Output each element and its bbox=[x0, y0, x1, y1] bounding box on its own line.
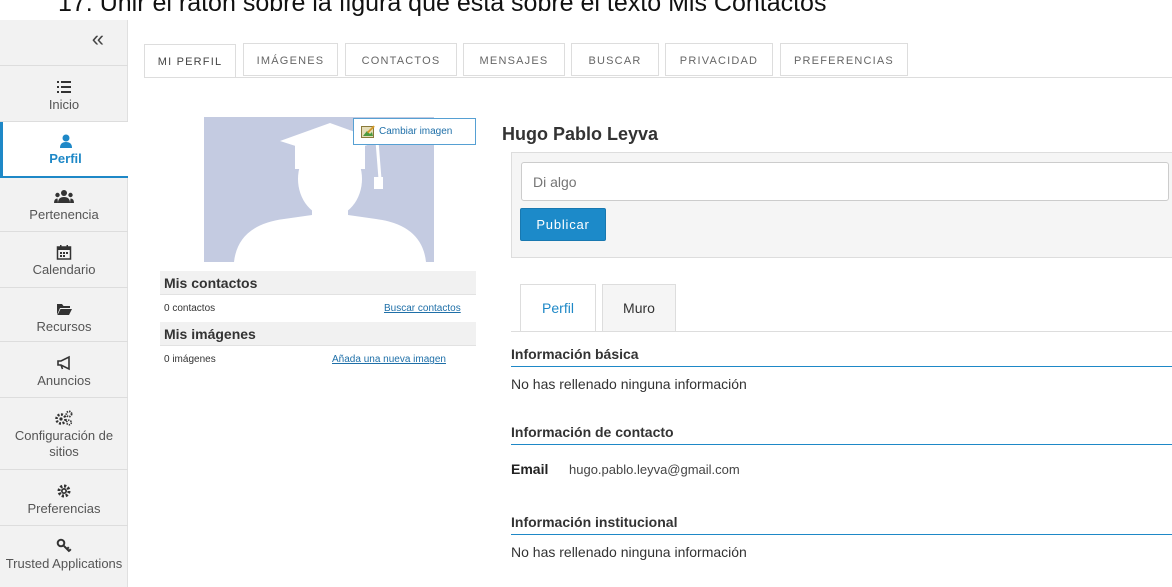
tab-mensajes[interactable]: MENSAJES bbox=[463, 43, 565, 76]
users-icon bbox=[54, 190, 74, 203]
subtabs-divider bbox=[511, 331, 1172, 332]
sidebar-item-label: Perfil bbox=[49, 151, 82, 166]
sidebar-item-label: Recursos bbox=[36, 319, 92, 334]
folder-icon bbox=[57, 304, 72, 315]
tab-buscar[interactable]: BUSCAR bbox=[571, 43, 659, 76]
collapse-sidebar-button[interactable]: « bbox=[0, 20, 128, 66]
sidebar-item-calendario[interactable]: Calendario bbox=[0, 232, 128, 288]
sidebar-item-label: Inicio bbox=[48, 97, 80, 112]
email-value: hugo.pablo.leyva@gmail.com bbox=[569, 462, 740, 477]
add-image-link[interactable]: Añada una nueva imagen bbox=[332, 354, 446, 365]
list-icon bbox=[57, 81, 71, 93]
key-icon bbox=[56, 538, 72, 553]
tab-privacidad[interactable]: PRIVACIDAD bbox=[665, 43, 773, 76]
institutional-info-text: No has rellenado ninguna información bbox=[511, 544, 747, 560]
contacts-count: 0 contactos bbox=[164, 303, 216, 314]
tab-preferencias[interactable]: PREFERENCIAS bbox=[780, 43, 908, 76]
calendar-icon bbox=[56, 245, 72, 260]
institutional-info-heading: Información institucional bbox=[511, 514, 1172, 535]
tabs-divider bbox=[144, 77, 1172, 78]
publish-button[interactable]: Publicar bbox=[520, 208, 606, 241]
tutorial-caption: 17. Unir el ratón sobre la figura que es… bbox=[58, 0, 827, 17]
tab-imagenes[interactable]: IMÁGENES bbox=[243, 43, 338, 76]
sidebar-item-anuncios[interactable]: Anuncios bbox=[0, 342, 128, 398]
double-chevron-left-icon: « bbox=[91, 26, 104, 51]
gears-icon bbox=[55, 410, 73, 426]
sidebar-item-preferencias[interactable]: Preferencias bbox=[0, 470, 128, 526]
sidebar-item-label: Configuración de sitios bbox=[14, 428, 114, 459]
post-input[interactable] bbox=[521, 162, 1169, 201]
my-contacts-header: Mis contactos bbox=[160, 271, 476, 295]
megaphone-icon bbox=[57, 355, 70, 371]
contact-info-heading: Información de contacto bbox=[511, 424, 1172, 445]
user-name: Hugo Pablo Leyva bbox=[502, 124, 659, 144]
sidebar-item-perfil[interactable]: Perfil bbox=[0, 122, 128, 178]
sidebar-item-configuracion-de-sitios[interactable]: Configuración de sitios bbox=[0, 398, 128, 470]
my-images-header: Mis imágenes bbox=[160, 322, 476, 346]
sidebar-item-label: Preferencias bbox=[27, 501, 101, 516]
email-label: Email bbox=[511, 461, 549, 477]
gear-icon bbox=[57, 484, 71, 498]
sidebar-item-recursos[interactable]: Recursos bbox=[0, 288, 128, 342]
sidebar-item-label: Pertenencia bbox=[29, 207, 99, 222]
basic-info-text: No has rellenado ninguna información bbox=[511, 376, 747, 392]
change-image-label: Cambiar imagen bbox=[379, 126, 453, 137]
tab-mi-perfil[interactable]: MI PERFIL bbox=[144, 44, 236, 78]
sidebar: « Inicio Perfil Pertenencia Calendario R… bbox=[0, 20, 128, 587]
tab-contactos[interactable]: CONTACTOS bbox=[345, 43, 457, 76]
sidebar-item-label: Trusted Applications bbox=[5, 556, 123, 571]
sidebar-item-trusted-applications[interactable]: Trusted Applications bbox=[0, 526, 128, 587]
subtab-muro[interactable]: Muro bbox=[602, 284, 676, 331]
change-image-link[interactable]: Cambiar imagen bbox=[353, 118, 476, 145]
basic-info-heading: Información básica bbox=[511, 346, 1172, 367]
sidebar-item-pertenencia[interactable]: Pertenencia bbox=[0, 178, 128, 232]
subtab-perfil[interactable]: Perfil bbox=[520, 284, 596, 332]
sidebar-item-label: Anuncios bbox=[37, 373, 91, 388]
user-icon bbox=[59, 134, 72, 148]
search-contacts-link[interactable]: Buscar contactos bbox=[384, 303, 461, 314]
images-count: 0 imágenes bbox=[164, 354, 216, 365]
sidebar-item-label: Calendario bbox=[32, 262, 96, 277]
sidebar-item-inicio[interactable]: Inicio bbox=[0, 68, 128, 122]
edit-picture-icon bbox=[361, 125, 375, 138]
